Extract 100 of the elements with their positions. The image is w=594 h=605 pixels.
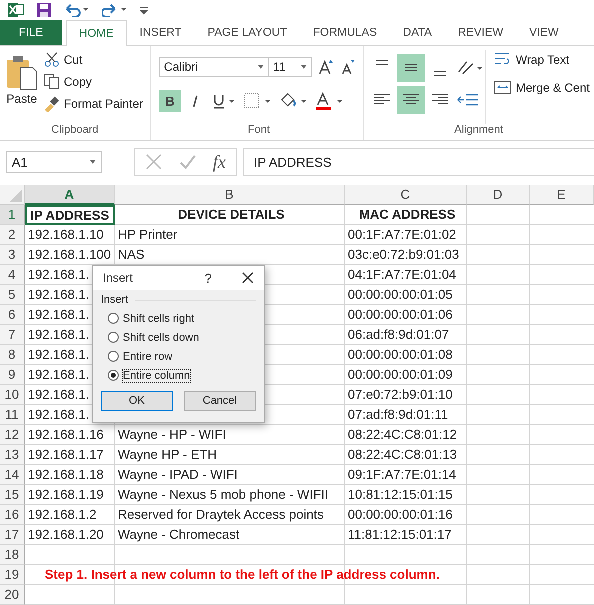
option-label: Entire column xyxy=(123,370,190,382)
row-header[interactable]: 13 xyxy=(0,445,25,465)
row-header[interactable]: 7 xyxy=(0,325,25,345)
font-name-field[interactable]: Calibri xyxy=(159,57,270,77)
ribbon-tab[interactable]: DATA xyxy=(390,20,446,45)
ribbon-tab[interactable]: INSERT xyxy=(126,20,195,45)
row-header[interactable]: 15 xyxy=(0,485,25,505)
table-cell: 192.168.1.100 xyxy=(28,247,112,262)
radio-button[interactable] xyxy=(108,332,119,343)
underline-icon[interactable] xyxy=(211,92,238,110)
table-cell: 192.168.1.2 xyxy=(28,507,97,522)
format-painter-button[interactable]: Format Painter xyxy=(44,94,144,114)
radio-button[interactable] xyxy=(108,313,119,324)
table-cell: Wayne - Chromecast xyxy=(118,527,240,542)
paste-button[interactable]: Paste xyxy=(4,50,40,124)
row-header[interactable]: 8 xyxy=(0,345,25,365)
cancel-button[interactable]: Cancel xyxy=(184,391,256,411)
table-cell: 192.168.1. xyxy=(28,307,90,322)
copy-icon xyxy=(44,74,60,90)
redo-icon[interactable] xyxy=(102,3,128,17)
column-header[interactable]: B xyxy=(115,185,345,205)
customize-icon[interactable] xyxy=(140,5,148,15)
table-cell: 10:81:12:15:01:15 xyxy=(348,487,453,502)
close-icon[interactable] xyxy=(242,272,254,284)
row-header[interactable]: 10 xyxy=(0,385,25,405)
row-header[interactable]: 17 xyxy=(0,525,25,545)
row-header[interactable]: 19 xyxy=(0,565,25,585)
align-icon[interactable] xyxy=(396,86,425,114)
column-header[interactable]: E xyxy=(530,185,594,205)
column-header[interactable]: D xyxy=(467,185,530,205)
ribbon-tab[interactable]: FORMULAS xyxy=(300,20,390,45)
table-cell: 192.168.1.18 xyxy=(28,467,104,482)
insert-function-button[interactable]: fx xyxy=(213,152,226,172)
help-button[interactable]: ? xyxy=(204,270,212,286)
table-cell: IP ADDRESS xyxy=(25,205,115,225)
row-header[interactable]: 6 xyxy=(0,305,25,325)
table-cell: 00:00:00:00:01:05 xyxy=(348,287,453,302)
ok-button[interactable]: OK xyxy=(101,391,173,411)
table-cell: 00:00:00:00:01:16 xyxy=(348,507,453,522)
copy-button[interactable]: Copy xyxy=(44,72,144,92)
radio-button[interactable] xyxy=(108,370,119,381)
ribbon-tab[interactable]: PAGE LAYOUT xyxy=(194,20,300,45)
cut-button[interactable]: Cut xyxy=(44,50,144,70)
font-color-icon[interactable] xyxy=(315,92,346,110)
table-cell: Wayne - IPAD - WIFI xyxy=(118,467,238,482)
table-cell: Reserved for Draytek Access points xyxy=(118,507,324,522)
row-header[interactable]: 12 xyxy=(0,425,25,445)
row-header[interactable]: 18 xyxy=(0,545,25,565)
table-cell: 04:1F:A7:7E:01:04 xyxy=(348,267,456,282)
name-box[interactable]: A1 xyxy=(6,151,102,173)
ribbon-tab[interactable]: VIEW xyxy=(516,20,572,45)
ribbon-tab[interactable]: REVIEW xyxy=(445,20,516,45)
table-cell: Wayne HP - ETH xyxy=(118,447,217,462)
option-label: Entire row xyxy=(123,350,173,362)
instruction-text: Step 1. Insert a new column to the left of the IP address column. xyxy=(45,567,440,582)
row-header[interactable]: 16 xyxy=(0,505,25,525)
table-cell: 192.168.1. xyxy=(28,287,90,302)
table-cell: DEVICE DETAILS xyxy=(178,207,285,222)
row-header[interactable]: 20 xyxy=(0,585,25,605)
align-icon[interactable] xyxy=(396,54,425,82)
font-size-field[interactable]: 11 xyxy=(268,57,312,77)
group-label: Clipboard xyxy=(50,124,100,138)
row-header[interactable]: 9 xyxy=(0,365,25,385)
scissors-icon xyxy=(44,52,60,68)
option-label: Shift cells right xyxy=(123,312,195,324)
table-cell: NAS xyxy=(118,247,145,262)
option-label: Shift cells down xyxy=(123,332,200,344)
table-cell: 09:1F:A7:7E:01:14 xyxy=(348,467,456,482)
table-cell: 192.168.1. xyxy=(28,327,90,342)
merge-center-button[interactable]: Merge & Cent xyxy=(494,78,590,98)
wrap-text-button[interactable]: Wrap Text xyxy=(494,50,590,70)
row-header[interactable]: 5 xyxy=(0,285,25,305)
table-cell: 192.168.1. xyxy=(28,367,90,382)
formula-field[interactable]: IP ADDRESS xyxy=(243,148,594,176)
table-cell: 07:ad:f8:9d:01:11 xyxy=(348,407,448,422)
row-header[interactable]: 4 xyxy=(0,265,25,285)
row-header[interactable]: 11 xyxy=(0,405,25,425)
grow-font-icon[interactable] xyxy=(318,59,334,75)
column-header[interactable]: A xyxy=(25,185,115,205)
save-icon[interactable] xyxy=(36,2,52,18)
row-header[interactable]: 14 xyxy=(0,465,25,485)
row-header[interactable]: 2 xyxy=(0,225,25,245)
table-cell: Wayne - HP - WIFI xyxy=(118,427,226,442)
table-cell: 06:ad:f8:9d:01:07 xyxy=(348,327,450,342)
ribbon-tab[interactable]: FILE xyxy=(0,20,62,45)
bold-button[interactable]: B xyxy=(159,90,182,112)
ribbon-tab[interactable]: HOME xyxy=(66,20,127,46)
shrink-font-icon[interactable] xyxy=(340,59,356,75)
row-header[interactable]: 1 xyxy=(0,205,25,225)
borders-icon[interactable] xyxy=(243,92,274,110)
table-cell: 192.168.1.19 xyxy=(28,487,104,502)
undo-icon[interactable] xyxy=(64,3,90,17)
radio-button[interactable] xyxy=(108,351,119,362)
table-cell: 00:00:00:00:01:09 xyxy=(348,367,453,382)
group-label: Alignment xyxy=(454,124,504,138)
column-header[interactable]: C xyxy=(345,185,467,205)
table-cell: 07:e0:72:b9:01:10 xyxy=(348,387,453,402)
table-cell: 192.168.1.20 xyxy=(28,527,104,542)
row-header[interactable]: 3 xyxy=(0,245,25,265)
table-cell: Wayne - Nexus 5 mob phone - WIFII xyxy=(118,487,328,502)
